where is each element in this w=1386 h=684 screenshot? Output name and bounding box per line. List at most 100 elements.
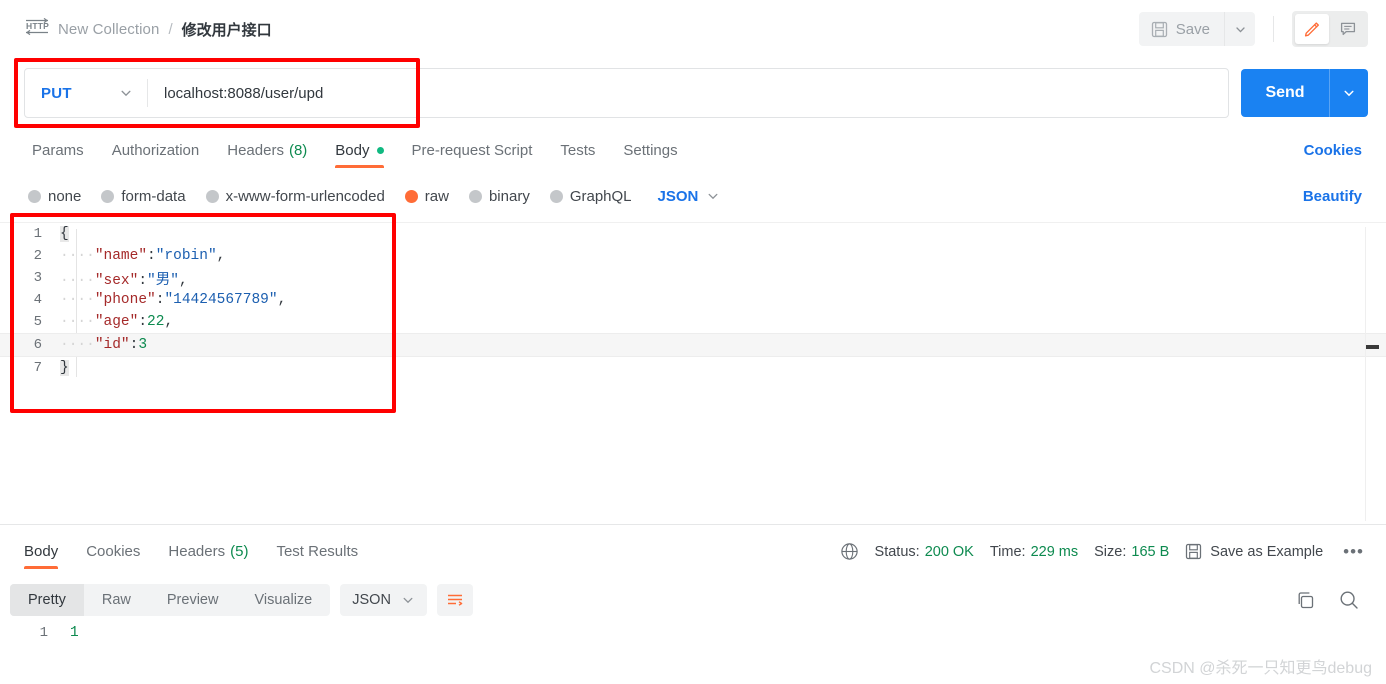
editor-scroll-thumb[interactable] <box>1366 345 1379 349</box>
ellipsis-icon[interactable]: ••• <box>1339 543 1368 560</box>
line-number: 1 <box>39 625 48 641</box>
line-number: 6 <box>33 337 42 353</box>
tab-pre-request-script[interactable]: Pre-request Script <box>398 142 547 168</box>
response-tab-body[interactable]: Body <box>10 543 72 569</box>
body-type-none[interactable]: none <box>28 188 81 205</box>
line-content: } <box>56 360 1386 376</box>
save-button[interactable]: Save <box>1139 12 1224 46</box>
url-input[interactable]: localhost:8088/user/upd <box>148 69 1228 117</box>
code-line[interactable]: 7 } <box>0 357 1386 379</box>
line-number: 7 <box>33 360 42 376</box>
body-type-label: form-data <box>121 187 186 205</box>
body-type-raw[interactable]: raw <box>404 188 449 205</box>
cookies-link[interactable]: Cookies <box>1304 142 1368 168</box>
save-as-example-button[interactable]: Save as Example <box>1185 543 1323 560</box>
json-comma: , <box>216 248 226 264</box>
tab-tests[interactable]: Tests <box>546 142 609 168</box>
code-line-active[interactable]: 6 ····"id":3 <box>0 333 1386 357</box>
json-key: "phone" <box>94 292 156 308</box>
breadcrumb-request-name[interactable]: 修改用户接口 <box>182 19 272 40</box>
tab-label: Headers <box>168 543 226 560</box>
http-method-select[interactable]: PUT <box>25 69 147 117</box>
body-type-form-data[interactable]: form-data <box>101 187 186 205</box>
code-line[interactable]: 1 { <box>0 223 1386 245</box>
line-content: ····"id":3 <box>56 337 1386 353</box>
response-tab-test-results[interactable]: Test Results <box>262 543 372 569</box>
tab-params[interactable]: Params <box>18 142 98 168</box>
globe-icon <box>840 542 859 561</box>
body-format-label: JSON <box>657 187 699 205</box>
header-bar: HTTP New Collection / 修改用户接口 Save <box>0 0 1386 58</box>
status-meta: Status: 200 OK <box>875 544 974 560</box>
json-colon: : <box>147 248 156 264</box>
beautify-link[interactable]: Beautify <box>1303 188 1368 205</box>
search-icon[interactable] <box>1338 589 1360 611</box>
code-line[interactable]: 2 ····"name":"robin", <box>0 245 1386 267</box>
request-body-editor[interactable]: 1 { 2 ····"name":"robin", 3 ····"sex":"男… <box>0 222 1386 524</box>
line-content: { <box>56 226 1386 242</box>
json-value: 22 <box>147 314 165 330</box>
response-toolbar: Pretty Raw Preview Visualize JSON <box>0 580 1386 620</box>
tab-label: Authorization <box>111 142 200 159</box>
chevron-down-icon <box>1342 86 1356 100</box>
editor-scrollbar[interactable] <box>1365 227 1380 521</box>
word-wrap-button[interactable] <box>436 584 473 616</box>
response-meta: Status: 200 OK Time: 229 ms Size: 165 B <box>840 542 1368 569</box>
body-type-binary[interactable]: binary <box>468 187 530 205</box>
indent-dots: ···· <box>60 272 95 289</box>
line-content: ····"phone":"14424567789", <box>56 292 1386 308</box>
breadcrumb-collection[interactable]: New Collection <box>58 21 159 38</box>
response-tools-right <box>1295 589 1368 611</box>
chevron-down-icon <box>119 86 133 100</box>
comments-button[interactable] <box>1331 14 1365 44</box>
save-as-example-label: Save as Example <box>1210 543 1324 560</box>
size-value: 165 B <box>1131 543 1170 560</box>
response-view-raw[interactable]: Raw <box>84 584 149 616</box>
tab-settings[interactable]: Settings <box>609 142 691 168</box>
word-wrap-icon <box>445 590 465 610</box>
edit-mode-button[interactable] <box>1295 14 1329 44</box>
response-view-pretty[interactable]: Pretty <box>10 584 84 616</box>
breadcrumb-separator: / <box>168 20 173 38</box>
body-format-select[interactable]: JSON <box>658 188 721 205</box>
http-method-label: PUT <box>41 84 72 102</box>
chevron-down-icon <box>1234 23 1247 36</box>
code-line[interactable]: 3 ····"sex":"男", <box>0 267 1386 289</box>
json-key: "id" <box>94 337 130 353</box>
indent-dots: ···· <box>60 292 95 308</box>
send-options-caret[interactable] <box>1329 69 1368 117</box>
body-type-graphql[interactable]: GraphQL <box>549 187 632 205</box>
send-button[interactable]: Send <box>1241 69 1329 117</box>
json-colon: : <box>138 314 148 330</box>
save-options-caret[interactable] <box>1224 12 1255 46</box>
response-view-preview[interactable]: Preview <box>149 584 237 616</box>
indent-dots: ···· <box>60 337 95 353</box>
response-view-visualize[interactable]: Visualize <box>236 584 330 616</box>
radio-icon-selected <box>404 189 418 203</box>
response-tab-headers[interactable]: Headers (5) <box>154 543 262 569</box>
postman-request-window: HTTP New Collection / 修改用户接口 Save PUT lo… <box>0 0 1386 684</box>
body-type-label: x-www-form-urlencoded <box>225 187 385 205</box>
body-type-label: none <box>48 187 82 205</box>
size-label: Size: <box>1094 543 1127 560</box>
response-tab-cookies[interactable]: Cookies <box>72 543 154 569</box>
json-value: "男" <box>147 272 179 289</box>
json-brace: } <box>60 360 69 376</box>
response-format-select[interactable]: JSON <box>340 584 427 616</box>
tab-authorization[interactable]: Authorization <box>98 142 214 168</box>
line-number: 5 <box>33 314 42 330</box>
radio-icon <box>205 189 219 203</box>
code-line[interactable]: 5 ····"age":22, <box>0 311 1386 333</box>
body-type-label: GraphQL <box>569 187 632 205</box>
tab-body[interactable]: Body <box>321 142 397 168</box>
json-key: "age" <box>94 314 139 330</box>
response-tab-bar: Body Cookies Headers (5) Test Results St… <box>0 531 1386 569</box>
tab-count: (8) <box>288 142 308 159</box>
tab-headers[interactable]: Headers (8) <box>213 142 321 168</box>
line-number: 1 <box>33 226 42 242</box>
body-type-x-www-form-urlencoded[interactable]: x-www-form-urlencoded <box>205 187 385 205</box>
copy-icon[interactable] <box>1295 590 1316 611</box>
body-type-label: binary <box>488 187 530 205</box>
save-button-label: Save <box>1175 20 1210 38</box>
code-line[interactable]: 4 ····"phone":"14424567789", <box>0 289 1386 311</box>
